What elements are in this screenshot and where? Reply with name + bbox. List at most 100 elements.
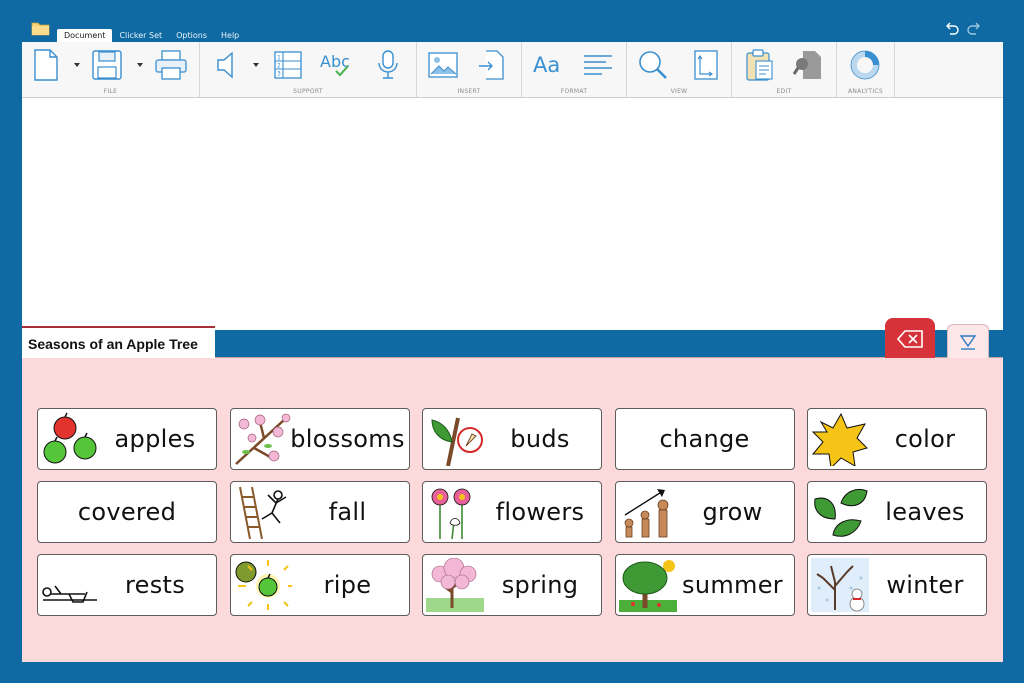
speaker-icon [217,51,233,79]
find-document-icon [793,51,821,79]
insert-picture-button[interactable] [427,48,459,82]
cell-change[interactable]: change [614,408,795,470]
folder-icon[interactable] [31,20,50,36]
ribbon-group-insert: INSERT [417,42,522,97]
falling-person-icon [234,485,292,540]
new-document-icon [34,49,58,81]
donut-chart-icon [850,50,880,80]
cell-buds[interactable]: buds [422,408,602,470]
redo-icon[interactable] [966,21,982,37]
document-editor[interactable] [22,98,1003,330]
resting-person-icon [41,558,99,612]
cell-grow[interactable]: grow [614,481,795,543]
ribbon-group-file: FILE [22,42,200,97]
cell-word: apples [114,425,196,453]
cell-word: buds [510,425,570,453]
group-label-insert: INSERT [457,88,481,95]
backspace-icon [897,329,923,348]
ribbon-group-edit: EDIT [732,42,837,97]
clear-button[interactable] [885,318,935,359]
picture-icon [428,52,458,78]
microphone-button[interactable] [372,48,404,82]
undo-icon[interactable] [944,21,960,37]
print-icon [155,50,187,80]
cell-fall[interactable]: fall [229,481,410,543]
microphone-icon [378,50,398,79]
leaves-icon [811,485,869,539]
word-list-button[interactable]: 123 [272,48,304,82]
font-icon: Aa [533,53,560,77]
svg-text:3: 3 [277,71,281,78]
numbered-list-icon: 123 [274,51,302,79]
paragraph-button[interactable] [582,48,614,82]
ribbon-group-support: 123 Abc SUPPORT [200,42,417,97]
flowers-icon [426,485,484,540]
menu-tabs: Document Clicker Set Options Help [57,29,246,42]
cell-word: summer [682,571,783,599]
ribbon-group-analytics: ANALYTICS [837,42,895,97]
spring-tree-icon [426,557,484,612]
clicker-grid-tab[interactable]: Seasons of an Apple Tree [22,326,215,359]
ribbon-group-format: Aa FORMAT [522,42,627,97]
cell-blossoms[interactable]: blossoms [229,408,410,470]
cell-covered[interactable]: covered [37,481,217,543]
group-label-file: FILE [103,88,118,95]
group-label-edit: EDIT [776,88,792,95]
menu-tab-clicker-set[interactable]: Clicker Set [112,29,169,42]
save-dropdown-icon[interactable] [136,61,144,69]
font-button[interactable]: Aa [532,48,566,82]
group-label-support: SUPPORT [293,88,323,95]
cell-word: winter [886,571,964,599]
collapse-triangle-icon [959,335,977,350]
new-dropdown-icon[interactable] [73,61,81,69]
page-size-icon [694,50,718,80]
paint-splash-icon [811,412,869,469]
cell-word: color [894,425,956,453]
cell-flowers[interactable]: flowers [422,481,602,543]
undo-redo-group [944,21,982,37]
menu-tab-help[interactable]: Help [214,29,246,42]
cell-word: fall [328,498,367,526]
cell-word: spring [501,571,579,599]
spell-check-icon: Abc [320,52,350,77]
cell-word: blossoms [290,425,405,453]
save-icon [92,50,122,80]
svg-text:1: 1 [277,55,281,62]
speech-dropdown-icon[interactable] [252,61,260,69]
analytics-button[interactable] [849,48,881,82]
svg-text:2: 2 [277,63,281,70]
zoom-button[interactable] [637,48,669,82]
insert-file-button[interactable] [475,48,507,82]
cell-apples[interactable]: apples [37,408,217,470]
cell-leaves[interactable]: leaves [807,481,987,543]
cell-word: leaves [885,498,965,526]
summer-tree-icon [618,558,677,612]
spell-check-button[interactable]: Abc [318,48,354,82]
clipboard-icon [746,49,773,81]
find-replace-button[interactable] [792,48,824,82]
collapse-grid-button[interactable] [947,324,989,359]
cell-winter[interactable]: winter [807,554,987,616]
page-size-button[interactable] [690,48,722,82]
cell-word: grow [702,498,763,526]
blossom-branch-icon [234,412,292,466]
cell-color[interactable]: color [807,408,987,470]
speech-button[interactable] [212,48,244,82]
save-button[interactable] [92,48,124,82]
font-glyph-text: Aa [533,53,560,77]
cell-summer[interactable]: summer [614,554,795,616]
group-label-format: FORMAT [560,88,588,95]
menu-tab-document[interactable]: Document [57,29,113,42]
align-left-icon [584,55,612,75]
menu-tab-options[interactable]: Options [169,29,214,42]
print-button[interactable] [155,48,187,82]
new-document-button[interactable] [30,48,62,82]
insert-file-icon [479,50,504,80]
cell-rests[interactable]: rests [37,554,217,616]
cell-ripe[interactable]: ripe [229,554,410,616]
paste-button[interactable] [744,48,776,82]
cell-spring[interactable]: spring [422,554,602,616]
group-label-view: VIEW [670,88,688,95]
word-grid: apples blossoms buds change color covere… [37,408,987,616]
group-label-analytics: ANALYTICS [847,88,884,95]
